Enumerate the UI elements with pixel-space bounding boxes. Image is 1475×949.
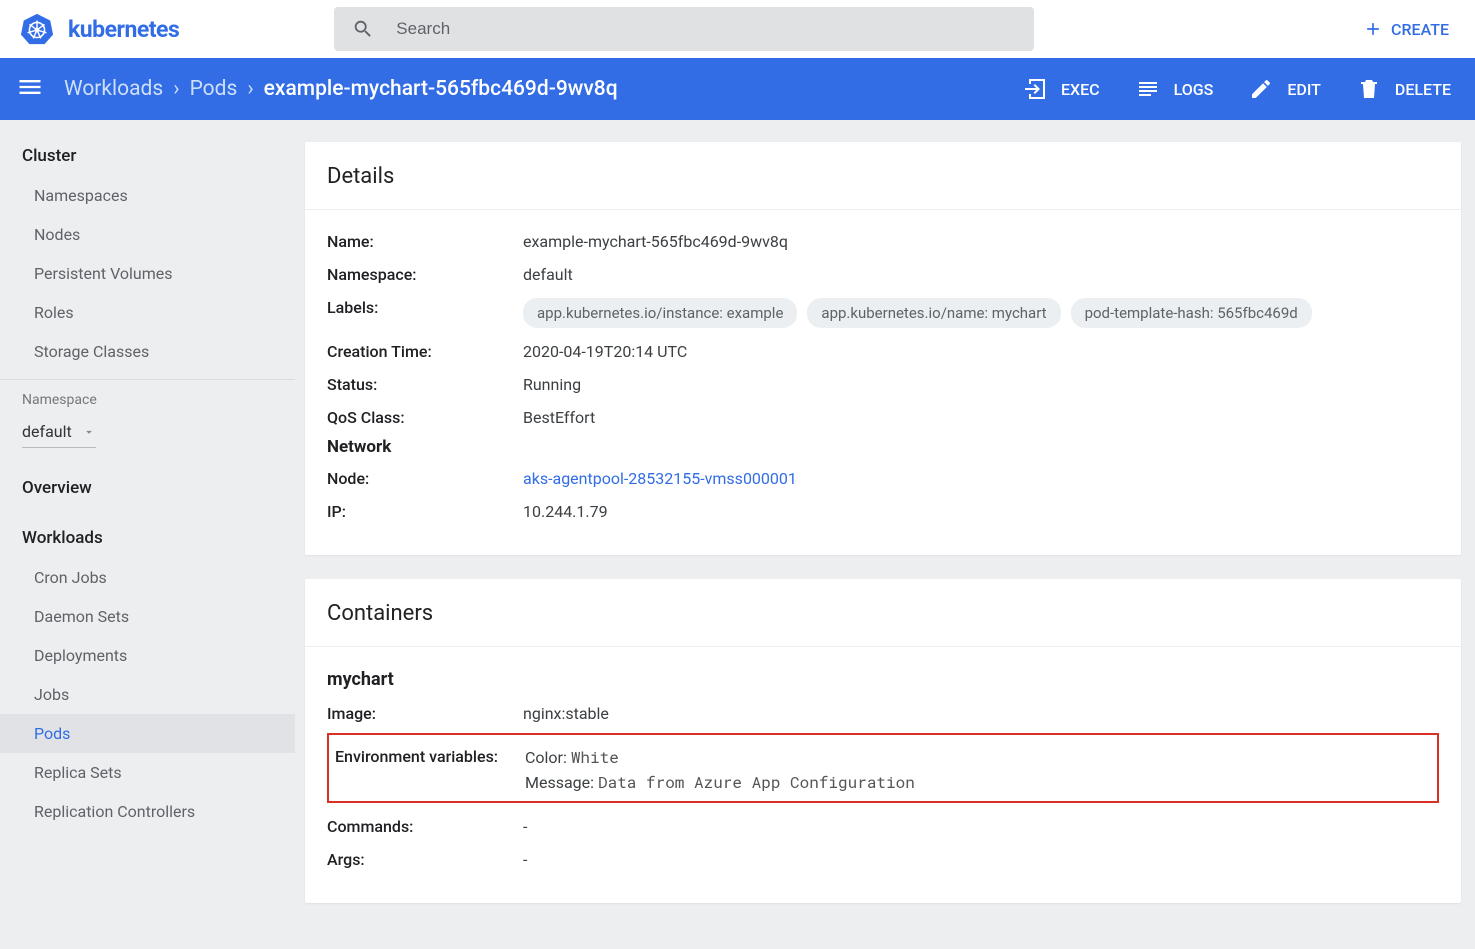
exec-icon: [1023, 77, 1047, 101]
edit-button[interactable]: EDIT: [1249, 77, 1321, 101]
sidebar: Cluster Namespaces Nodes Persistent Volu…: [0, 120, 295, 949]
brand-text: kubernetes: [68, 16, 179, 43]
details-card: Details Name:example-mychart-565fbc469d-…: [305, 142, 1461, 555]
sidebar-item-persistent-volumes[interactable]: Persistent Volumes: [0, 254, 295, 293]
label-chip: app.kubernetes.io/instance: example: [523, 298, 797, 328]
sidebar-item-replication-controllers[interactable]: Replication Controllers: [0, 792, 295, 831]
divider: [0, 379, 295, 380]
sidebar-item-roles[interactable]: Roles: [0, 293, 295, 332]
status-label: Status:: [327, 371, 523, 394]
breadcrumb-pods[interactable]: Pods: [190, 77, 238, 101]
menu-icon: [16, 73, 44, 101]
sidebar-item-nodes[interactable]: Nodes: [0, 215, 295, 254]
logo[interactable]: kubernetes: [20, 12, 179, 46]
menu-button[interactable]: [16, 73, 44, 105]
node-label: Node:: [327, 465, 523, 488]
node-link[interactable]: aks-agentpool-28532155-vmss000001: [523, 465, 1439, 488]
breadcrumb-current: example-mychart-565fbc469d-9wv8q: [264, 77, 618, 101]
sidebar-header-cluster[interactable]: Cluster: [0, 132, 295, 176]
labels-label: Labels:: [327, 294, 523, 317]
containers-card: Containers mychart Image:nginx:stable En…: [305, 579, 1461, 903]
action-bar: Workloads › Pods › example-mychart-565fb…: [0, 58, 1475, 120]
sidebar-header-overview[interactable]: Overview: [0, 464, 295, 508]
details-title: Details: [305, 142, 1461, 210]
chevron-right-icon: ›: [173, 77, 179, 101]
chevron-right-icon: ›: [247, 77, 253, 101]
sidebar-item-replica-sets[interactable]: Replica Sets: [0, 753, 295, 792]
labels-value: app.kubernetes.io/instance: example app.…: [523, 294, 1439, 328]
containers-title: Containers: [305, 579, 1461, 647]
kubernetes-logo-icon: [20, 12, 54, 46]
content: Details Name:example-mychart-565fbc469d-…: [295, 120, 1475, 949]
args-label: Args:: [327, 846, 523, 869]
sidebar-item-jobs[interactable]: Jobs: [0, 675, 295, 714]
topbar: kubernetes CREATE: [0, 0, 1475, 58]
creation-time-value: 2020-04-19T20:14 UTC: [523, 338, 1439, 361]
search-input[interactable]: [396, 19, 1016, 39]
plus-icon: [1363, 19, 1383, 39]
creation-time-label: Creation Time:: [327, 338, 523, 361]
sidebar-item-deployments[interactable]: Deployments: [0, 636, 295, 675]
create-label: CREATE: [1391, 20, 1449, 39]
image-value: nginx:stable: [523, 700, 1439, 723]
sidebar-item-namespaces[interactable]: Namespaces: [0, 176, 295, 215]
exec-button[interactable]: EXEC: [1023, 77, 1100, 101]
search-box[interactable]: [334, 7, 1034, 51]
env-label: Environment variables:: [335, 743, 525, 793]
sidebar-header-workloads[interactable]: Workloads: [0, 508, 295, 558]
logs-button[interactable]: LOGS: [1136, 77, 1214, 101]
image-label: Image:: [327, 700, 523, 723]
create-button[interactable]: CREATE: [1353, 11, 1459, 47]
sidebar-item-storage-classes[interactable]: Storage Classes: [0, 332, 295, 371]
ip-value: 10.244.1.79: [523, 498, 1439, 521]
breadcrumb-workloads[interactable]: Workloads: [64, 77, 163, 101]
label-chip: pod-template-hash: 565fbc469d: [1071, 298, 1312, 328]
env-values: Color: White Message: Data from Azure Ap…: [525, 743, 1431, 793]
qos-label: QoS Class:: [327, 404, 523, 427]
namespace-value: default: [523, 261, 1439, 284]
ip-label: IP:: [327, 498, 523, 521]
search-icon: [352, 18, 374, 40]
commands-value: -: [523, 813, 1439, 836]
delete-button[interactable]: DELETE: [1357, 77, 1451, 101]
delete-icon: [1357, 77, 1381, 101]
name-label: Name:: [327, 228, 523, 251]
env-highlight: Environment variables: Color: White Mess…: [327, 733, 1439, 803]
sidebar-item-daemon-sets[interactable]: Daemon Sets: [0, 597, 295, 636]
status-value: Running: [523, 371, 1439, 394]
name-value: example-mychart-565fbc469d-9wv8q: [523, 228, 1439, 251]
namespace-select[interactable]: default: [22, 416, 96, 448]
edit-icon: [1249, 77, 1273, 101]
namespace-label: Namespace: [0, 388, 295, 410]
network-header: Network: [327, 437, 1439, 457]
namespace-label: Namespace:: [327, 261, 523, 284]
logs-icon: [1136, 77, 1160, 101]
sidebar-item-cron-jobs[interactable]: Cron Jobs: [0, 558, 295, 597]
args-value: -: [523, 846, 1439, 869]
label-chip: app.kubernetes.io/name: mychart: [807, 298, 1060, 328]
breadcrumb: Workloads › Pods › example-mychart-565fb…: [64, 77, 618, 101]
qos-value: BestEffort: [523, 404, 1439, 427]
sidebar-item-pods[interactable]: Pods: [0, 714, 295, 753]
container-name: mychart: [327, 669, 1439, 690]
commands-label: Commands:: [327, 813, 523, 836]
dropdown-icon: [82, 425, 96, 439]
